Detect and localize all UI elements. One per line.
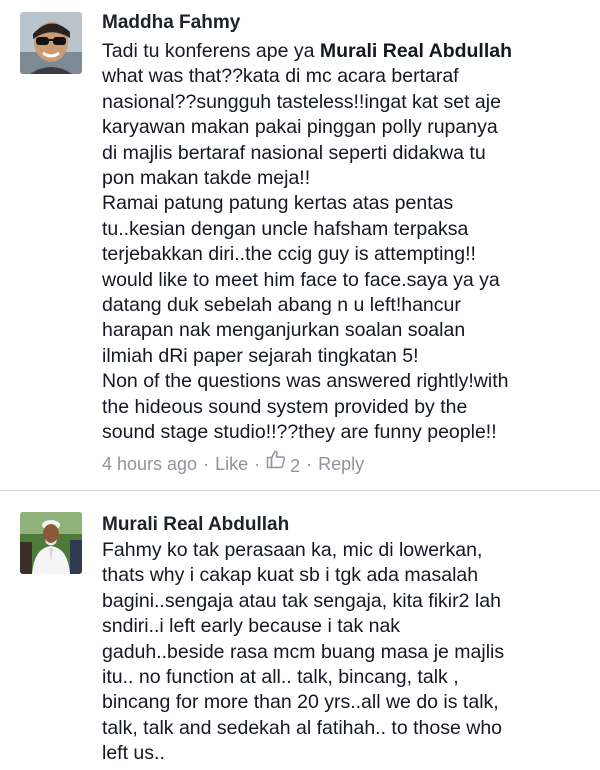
thumbs-up-icon	[266, 450, 286, 469]
separator-dot: ·	[306, 454, 313, 475]
comment-maddha-fahmy: Maddha Fahmy Tadi tu konferens ape ya Mu…	[0, 0, 600, 490]
comment-author[interactable]: Maddha Fahmy	[102, 12, 240, 34]
comment-author[interactable]: Murali Real Abdullah	[102, 514, 289, 536]
avatar[interactable]	[20, 12, 82, 74]
separator-dot: ·	[203, 454, 210, 475]
comment-timestamp[interactable]: 4 hours ago	[102, 453, 197, 475]
avatar-photo-maddha	[20, 12, 82, 74]
separator-dot: ·	[254, 454, 261, 475]
like-count-button[interactable]: 2	[266, 450, 301, 477]
comment-divider	[0, 490, 600, 491]
like-link[interactable]: Like	[215, 453, 248, 475]
comment-murali-real-abdullah: Murali Real Abdullah Fahmy ko tak perasa…	[0, 494, 600, 770]
comment-text: Tadi tu konferens ape ya Murali Real Abd…	[102, 39, 592, 446]
avatar[interactable]	[20, 512, 82, 574]
comment-text: Fahmy ko tak perasaan ka, mic di lowerka…	[102, 539, 505, 765]
like-count: 2	[290, 456, 301, 477]
comment-meta: 4 hours ago · Like · 2 · Reply	[102, 450, 364, 477]
mention-link[interactable]: Murali Real Abdullah	[320, 40, 512, 62]
avatar-photo-murali	[20, 512, 82, 574]
comment-text-lead: Tadi tu konferens ape ya	[102, 40, 320, 62]
reply-link[interactable]: Reply	[318, 453, 364, 475]
comment-text-rest: what was that??kata di mc acara bertaraf…	[102, 65, 509, 444]
